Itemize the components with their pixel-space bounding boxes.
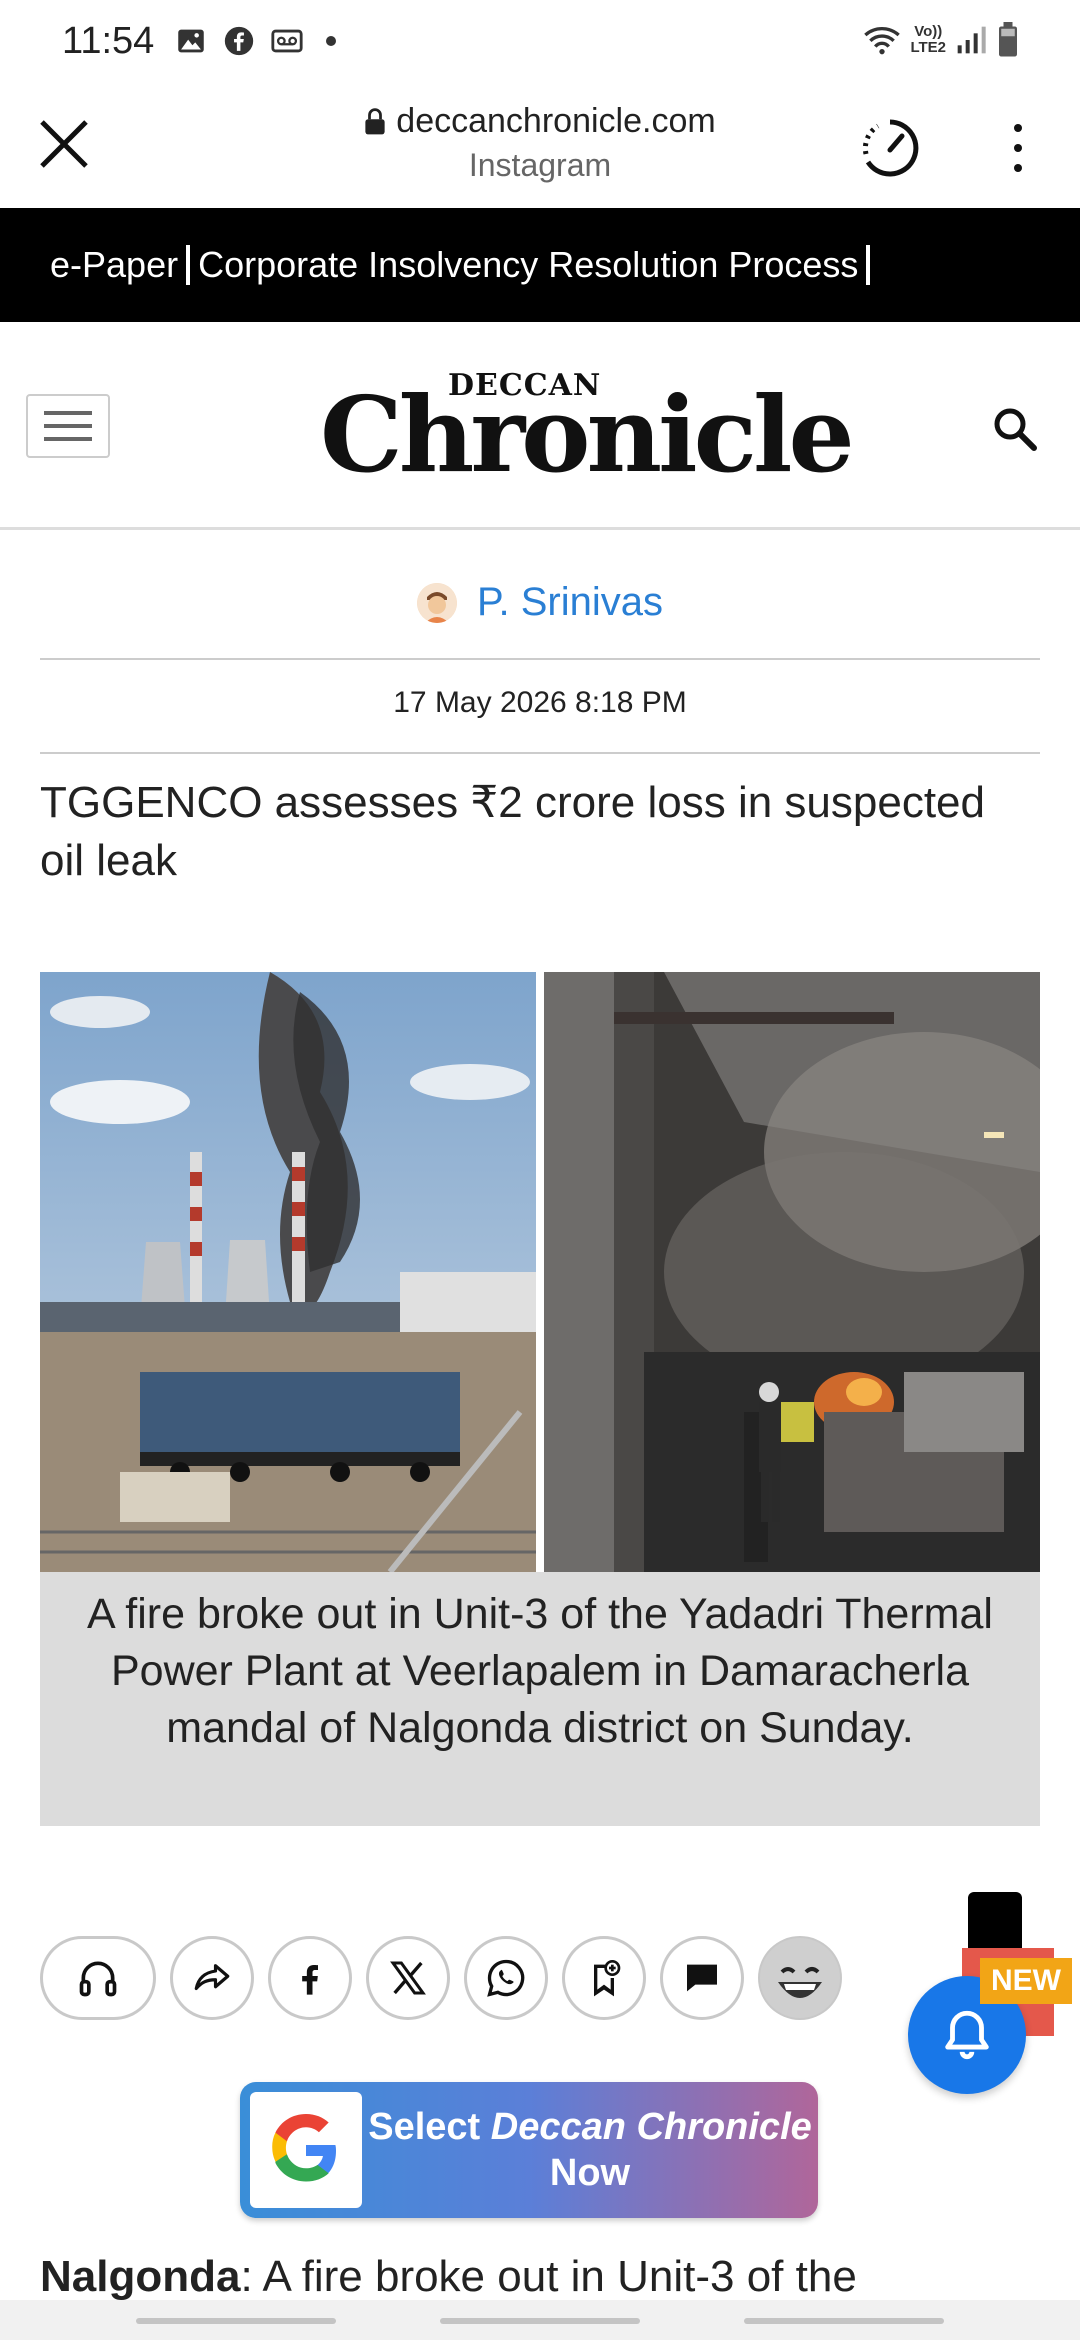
headphones-icon	[79, 1961, 117, 1997]
google-pill-label: Select Deccan Chronicle Now	[362, 2104, 818, 2196]
status-bar: 11:54 Vo)) LTE2	[0, 0, 1080, 84]
facebook-icon	[302, 1965, 318, 1995]
link-corporate-insolvency[interactable]: Corporate Insolvency Resolution Process	[198, 244, 858, 286]
body-text: : A fire broke out in Unit-3 of the	[240, 2252, 857, 2301]
speedometer-icon[interactable]	[858, 116, 922, 180]
google-logo-box	[250, 2092, 362, 2208]
volte-icon: Vo)) LTE2	[910, 24, 946, 56]
google-preferred-source-button[interactable]: Select Deccan Chronicle Now	[240, 2082, 818, 2218]
status-notification-icons	[174, 24, 336, 58]
listen-button[interactable]	[40, 1936, 156, 2020]
top-links-banner: e-Paper Corporate Insolvency Resolution …	[0, 208, 1080, 322]
share-button[interactable]	[170, 1936, 254, 2020]
whatsapp-share-button[interactable]	[464, 1936, 548, 2020]
article-headline: TGGENCO assesses ₹2 crore loss in suspec…	[40, 778, 985, 885]
dateline: Nalgonda	[40, 2252, 241, 2301]
google-pill-prefix: Select	[368, 2106, 491, 2148]
publish-date: 17 May 2026 8:18 PM	[393, 686, 687, 719]
article-body-first-line: Nalgonda: A fire broke out in Unit-3 of …	[40, 2252, 1060, 2302]
banner-separator	[186, 245, 191, 285]
volte-label-bottom: LTE2	[910, 39, 946, 56]
site-header: Chronicle DECCAN	[0, 322, 1080, 530]
share-icon	[194, 1964, 230, 1991]
comment-button[interactable]	[660, 1936, 744, 2020]
url-subtitle: Instagram	[468, 147, 612, 183]
author-avatar	[416, 582, 457, 623]
wifi-icon	[864, 27, 901, 55]
site-logo[interactable]: Chronicle DECCAN	[320, 362, 855, 492]
google-pill-line2: Now	[549, 2152, 631, 2194]
more-notifications-dot	[326, 36, 336, 46]
reaction-button[interactable]	[758, 1936, 842, 2020]
voicemail-icon	[271, 29, 303, 53]
link-epaper[interactable]: e-Paper	[50, 244, 178, 286]
whatsapp-icon	[487, 1959, 525, 1997]
bookmark-add-icon	[594, 1960, 621, 1997]
more-menu-icon[interactable]	[1000, 120, 1036, 176]
hamburger-menu-button[interactable]	[26, 394, 110, 458]
url-display[interactable]: deccanchronicle.com Instagram	[250, 102, 830, 184]
x-icon	[390, 1961, 426, 1995]
x-share-button[interactable]	[366, 1936, 450, 2020]
floating-tab[interactable]	[968, 1892, 1022, 1952]
system-nav-bar	[0, 2300, 1080, 2340]
emoji-icon	[760, 1938, 840, 2018]
new-badge: NEW	[980, 1958, 1072, 2004]
close-icon[interactable]	[34, 114, 94, 174]
url-text: deccanchronicle.com	[396, 102, 716, 140]
browser-toolbar: deccanchronicle.com Instagram	[0, 84, 1080, 208]
article-image[interactable]	[40, 972, 1040, 1572]
status-system-icons: Vo)) LTE2	[862, 22, 1020, 58]
comment-icon	[687, 1964, 717, 1992]
facebook-icon	[224, 26, 254, 56]
power-plant-smoke-photo	[40, 972, 536, 1572]
nav-recents[interactable]	[136, 2318, 336, 2324]
facebook-share-button[interactable]	[268, 1936, 352, 2020]
status-time: 11:54	[62, 20, 155, 62]
lock-icon	[365, 107, 385, 134]
bookmark-add-button[interactable]	[562, 1936, 646, 2020]
search-icon[interactable]	[990, 404, 1040, 454]
bell-icon	[945, 2010, 989, 2060]
author-name[interactable]: P. Srinivas	[477, 580, 663, 625]
volte-label-top: Vo))	[914, 23, 943, 40]
signal-icon	[957, 26, 986, 54]
battery-icon	[999, 22, 1017, 57]
banner-separator	[866, 245, 871, 285]
image-caption: A fire broke out in Unit-3 of the Yadadr…	[40, 1572, 1040, 1826]
divider	[40, 658, 1040, 660]
gallery-icon	[178, 29, 204, 53]
nav-home[interactable]	[440, 2318, 640, 2324]
share-toolbar	[40, 1936, 842, 2020]
google-pill-brand: Deccan Chronicle	[490, 2106, 812, 2148]
factory-fire-photo	[544, 972, 1040, 1572]
divider	[40, 752, 1040, 754]
nav-back[interactable]	[744, 2318, 944, 2324]
google-icon	[272, 2114, 336, 2182]
logo-small-text: DECCAN	[448, 368, 602, 403]
byline: P. Srinivas	[0, 580, 1080, 625]
